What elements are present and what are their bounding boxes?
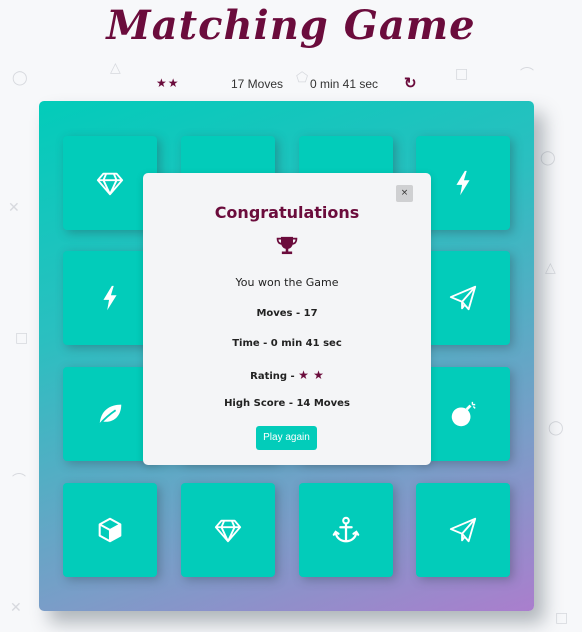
trophy-icon [143,235,431,263]
rating-stars: ★ ★ [298,368,324,382]
time-result: Time - 0 min 41 sec [232,338,342,349]
card-paper-plane[interactable] [416,483,510,577]
leaf-icon [98,404,122,425]
score-panel: ★★ 17 Moves 0 min 41 sec ↻ [0,74,582,94]
anchor-icon [332,516,360,543]
moves-result: Moves - 17 [256,308,318,319]
modal-title: Congratulations [214,203,360,222]
star-rating: ★★ [156,76,180,90]
bolt-icon [456,170,470,196]
won-message: You won the Game [235,276,339,289]
card-cube[interactable] [63,483,157,577]
paper-plane-icon [449,517,477,543]
rating-label: Rating - [250,371,299,382]
close-button[interactable]: × [396,185,413,202]
congratulations-modal: × Congratulations You won the Game Moves… [143,173,431,465]
bomb-icon [451,401,476,427]
card-diamond[interactable] [181,483,275,577]
bolt-icon [103,285,117,311]
card-anchor[interactable] [299,483,393,577]
high-score: High Score - 14 Moves [224,398,350,409]
play-again-button[interactable]: Play again [256,426,317,450]
page-title: Matching Game [106,2,476,49]
diamond-icon [214,519,242,543]
paper-plane-icon [449,285,477,311]
rating-result: Rating - ★ ★ [143,368,431,382]
cube-icon [98,517,122,543]
diamond-icon [96,172,124,196]
timer: 0 min 41 sec [310,77,379,91]
restart-icon[interactable]: ↻ [404,74,417,92]
moves-counter: 17 Moves [231,77,284,91]
